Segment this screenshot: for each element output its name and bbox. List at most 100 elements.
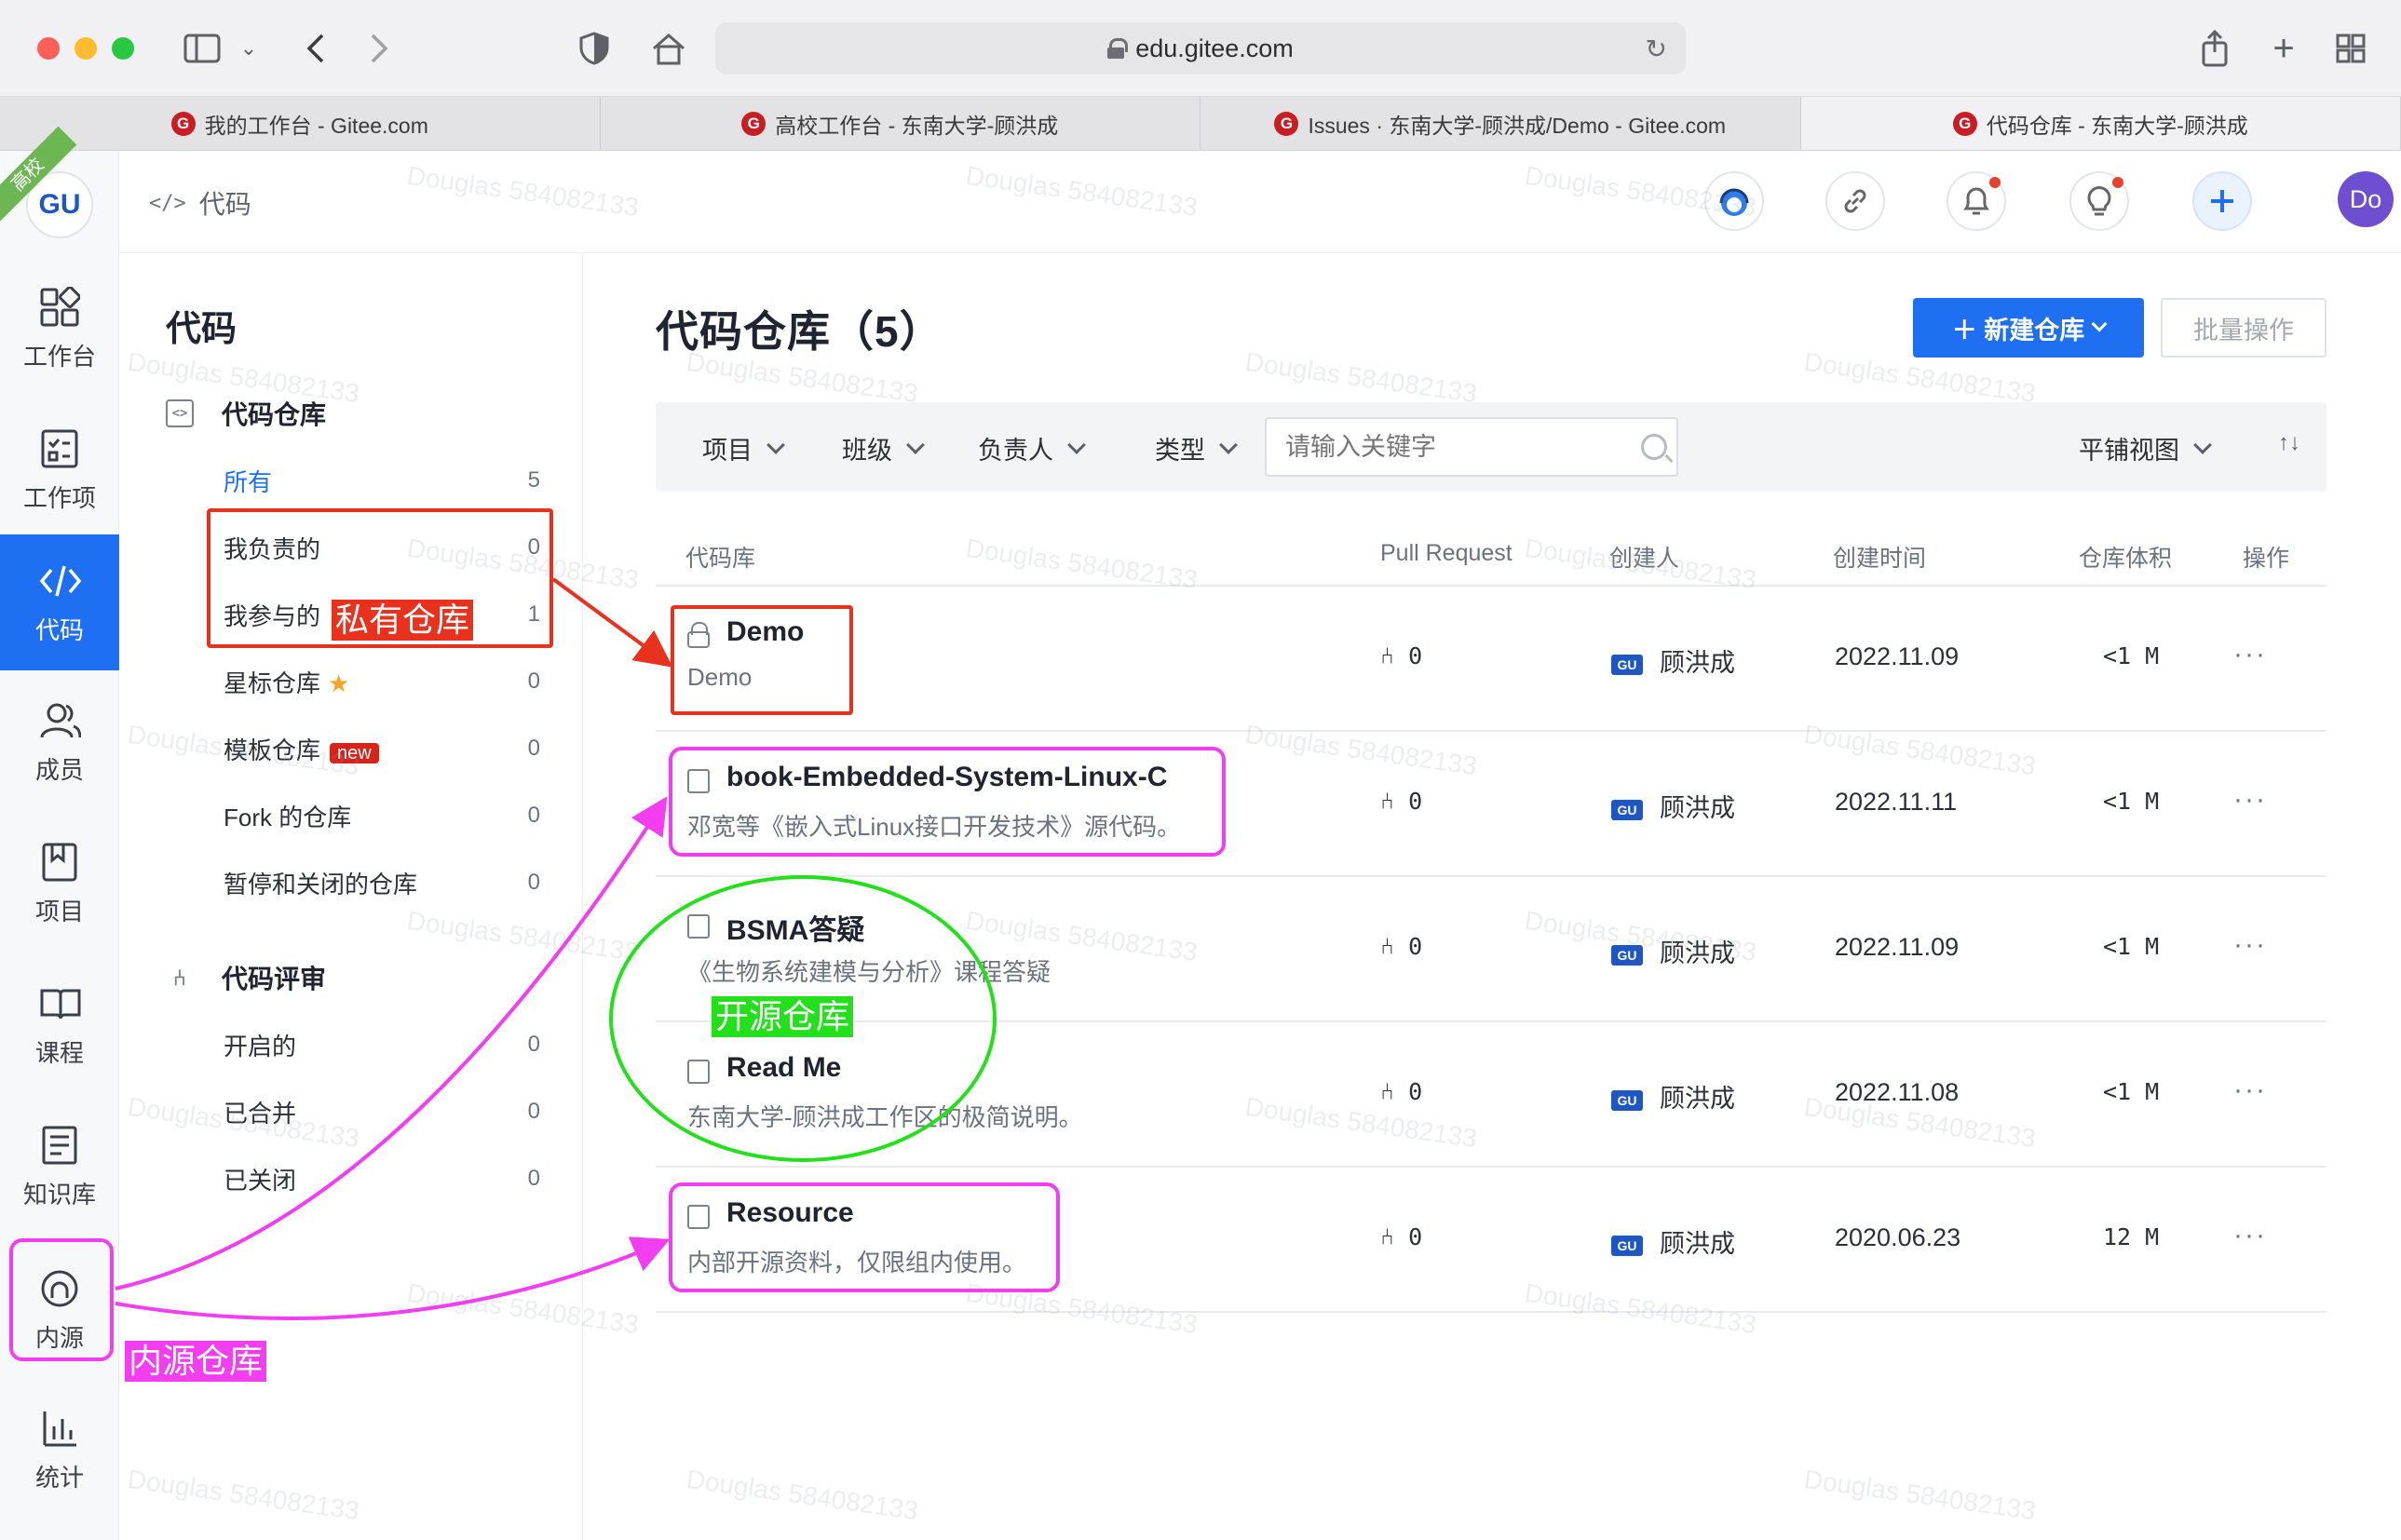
create-button[interactable] — [2192, 171, 2252, 231]
rail-item-innersource[interactable]: 内源 — [0, 1242, 119, 1378]
table-row[interactable]: Demo Demo ⑃ 0 GU 顾洪成 2022.11.09 <1 M ··· — [656, 587, 2326, 732]
filter-project[interactable]: 项目 — [702, 430, 785, 466]
rail-item-code[interactable]: 代码 — [0, 534, 119, 670]
more-actions-icon[interactable]: ··· — [2233, 929, 2267, 961]
sidebar-item-starred[interactable]: 星标仓库 ★ 0 — [224, 654, 540, 709]
creator: GU 顾洪成 — [1611, 933, 1735, 969]
batch-operation-button[interactable]: 批量操作 — [2161, 298, 2326, 358]
view-mode-select[interactable]: 平铺视图 — [2079, 430, 2212, 466]
tab-title: Issues · 东南大学-顾洪成/Demo - Gitee.com — [1308, 113, 1727, 138]
tab-overview-icon[interactable] — [2330, 26, 2371, 71]
notifications-button[interactable] — [1947, 171, 2006, 231]
nav-count: 0 — [527, 669, 540, 694]
group-code-repos[interactable]: <> 代码仓库 — [166, 395, 326, 432]
sidebar-item-owned[interactable]: 我负责的 0 — [224, 520, 540, 575]
search-input[interactable] — [1265, 417, 1678, 477]
customer-service-button[interactable] — [1704, 171, 1764, 231]
reload-icon[interactable]: ↻ — [1646, 34, 1667, 64]
repo-name-link[interactable]: Read Me — [726, 1052, 841, 1084]
home-icon[interactable] — [646, 26, 691, 71]
gitee-icon: G — [170, 111, 196, 136]
filter-owner[interactable]: 负责人 — [978, 430, 1086, 466]
pull-request-icon: ⑃ — [1380, 933, 1409, 960]
page-title: 代码仓库（5） — [656, 307, 943, 356]
rail-label: 课程 — [34, 1038, 84, 1067]
code-icon — [38, 560, 81, 602]
pull-request-count[interactable]: ⑃ 0 — [1380, 933, 1422, 960]
pr-value: 0 — [1408, 642, 1423, 669]
sidebar-item-review-merged[interactable]: 已合并 0 — [224, 1084, 540, 1140]
pull-request-icon: ⑃ — [1380, 788, 1409, 815]
more-actions-icon[interactable]: ··· — [2233, 784, 2267, 816]
new-repo-button[interactable]: ＋ 新建仓库 — [1913, 298, 2144, 358]
user-avatar[interactable]: Do — [2338, 171, 2394, 227]
breadcrumb[interactable]: </> 代码 — [149, 184, 251, 222]
filter-label: 类型 — [1155, 437, 1205, 465]
minimize-window-button[interactable] — [75, 37, 97, 60]
group-code-review[interactable]: ⑃ 代码评审 — [166, 959, 326, 996]
repo-name-link[interactable]: Resource — [726, 1197, 854, 1229]
created-date: 2022.11.11 — [1835, 788, 1958, 816]
repo-description: 内部开源资料，仅限组内使用。 — [687, 1249, 1027, 1277]
more-actions-icon[interactable]: ··· — [2233, 639, 2267, 670]
browser-tab[interactable]: G 我的工作台 - Gitee.com — [0, 97, 601, 150]
forward-icon[interactable] — [361, 26, 399, 71]
creator-name: 顾洪成 — [1660, 1085, 1735, 1113]
pull-request-count[interactable]: ⑃ 0 — [1380, 1223, 1422, 1250]
zoom-window-button[interactable] — [112, 37, 134, 60]
address-bar[interactable]: edu.gitee.com ↻ — [715, 22, 1686, 74]
sidebar-item-forks[interactable]: Fork 的仓库 0 — [224, 788, 540, 844]
sidebar-item-all[interactable]: 所有 5 — [224, 453, 540, 508]
pull-request-count[interactable]: ⑃ 0 — [1380, 642, 1422, 669]
sidebar-toggle-icon[interactable] — [179, 26, 225, 71]
rail-label: 工作台 — [22, 342, 96, 371]
sort-icon[interactable]: ↑↓ — [2278, 430, 2300, 456]
table-row[interactable]: Read Me 东南大学-顾洪成工作区的极简说明。 ⑃ 0 GU 顾洪成 2022… — [656, 1022, 2326, 1168]
back-icon[interactable] — [296, 26, 333, 71]
table-row[interactable]: BSMA答疑 《生物系统建模与分析》课程答疑 ⑃ 0 GU 顾洪成 2022.11… — [656, 877, 2326, 1022]
dashboard-icon — [38, 286, 81, 329]
pull-request-count[interactable]: ⑃ 0 — [1380, 1078, 1422, 1105]
repo-name-link[interactable]: Demo — [726, 616, 804, 648]
rail-item-stats[interactable]: 统计 — [0, 1382, 119, 1518]
search-icon[interactable] — [1641, 434, 1667, 460]
rail-item-course[interactable]: 课程 — [0, 957, 119, 1093]
sidebar-item-review-open[interactable]: 开启的 0 — [224, 1017, 540, 1073]
rail-item-knowledge[interactable]: 知识库 — [0, 1099, 119, 1235]
new-tab-icon[interactable]: + — [2263, 26, 2304, 71]
browser-tab-active[interactable]: G 代码仓库 - 东南大学-顾洪成 — [1800, 97, 2401, 150]
share-icon[interactable] — [2194, 26, 2235, 71]
rail-item-project[interactable]: 项目 — [0, 816, 119, 952]
sidebar-item-closed[interactable]: 暂停和关闭的仓库 0 — [224, 855, 540, 911]
rail-item-members[interactable]: 成员 — [0, 674, 119, 810]
repo-size: <1 M — [2103, 1078, 2160, 1105]
pull-request-icon: ⑃ — [1380, 1223, 1409, 1250]
browser-tab[interactable]: G Issues · 东南大学-顾洪成/Demo - Gitee.com — [1200, 97, 1801, 150]
more-actions-icon[interactable]: ··· — [2233, 1074, 2267, 1106]
repo-name-link[interactable]: BSMA答疑 — [726, 907, 864, 948]
tips-button[interactable] — [2069, 171, 2129, 231]
table-row[interactable]: Resource 内部开源资料，仅限组内使用。 ⑃ 0 GU 顾洪成 2020.0… — [656, 1168, 2326, 1313]
column-header: 创建人 — [1609, 546, 1680, 572]
rail-item-workitems[interactable]: 工作项 — [0, 402, 119, 538]
pull-request-count[interactable]: ⑃ 0 — [1380, 788, 1422, 815]
table-row[interactable]: book-Embedded-System-Linux-C 邓宽等《嵌入式Linu… — [656, 732, 2326, 877]
browser-tab[interactable]: G 高校工作台 - 东南大学-顾洪成 — [601, 97, 1200, 150]
school-logo: GU — [1611, 799, 1643, 820]
nav-count: 0 — [527, 534, 540, 560]
repo-name-link[interactable]: book-Embedded-System-Linux-C — [726, 762, 1167, 793]
chevron-down-icon[interactable]: ⌄ — [235, 26, 263, 71]
rail-label: 成员 — [34, 755, 84, 784]
filter-class[interactable]: 班级 — [842, 430, 925, 466]
sidebar-item-templates[interactable]: 模板仓库 new 0 — [224, 721, 540, 777]
close-window-button[interactable] — [37, 37, 60, 60]
link-button[interactable] — [1825, 171, 1885, 231]
lightbulb-icon — [2087, 186, 2111, 216]
pr-value: 0 — [1408, 933, 1423, 960]
more-actions-icon[interactable]: ··· — [2233, 1220, 2267, 1251]
rail-item-workbench[interactable]: 工作台 — [0, 261, 119, 397]
sidebar-item-review-closed[interactable]: 已关闭 0 — [224, 1151, 540, 1207]
shield-icon[interactable] — [574, 26, 615, 71]
icon-rail: GU 高校 工作台 工作项 代码 成员 项目 课程 知识库 内源 统计 — [0, 126, 119, 1540]
filter-type[interactable]: 类型 — [1155, 430, 1238, 466]
